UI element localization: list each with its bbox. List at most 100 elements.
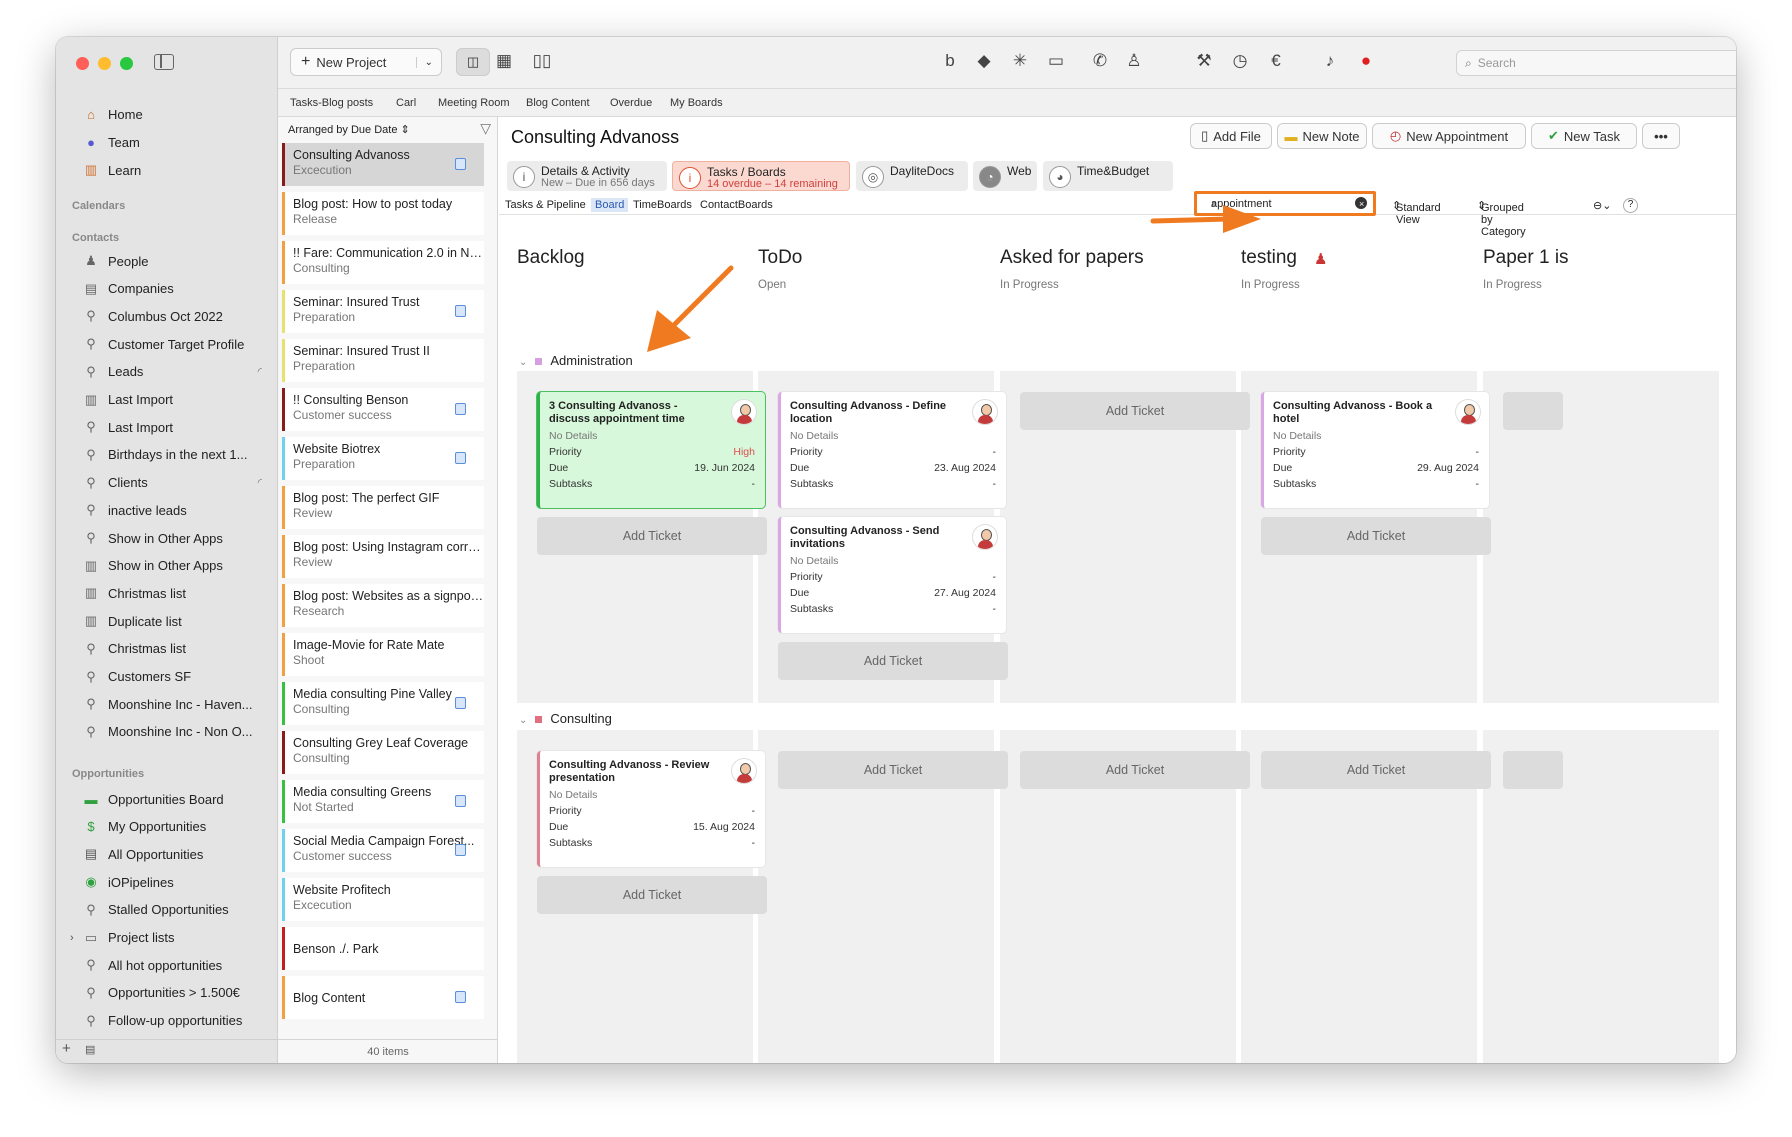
- add-ticket-button-partial[interactable]: [1503, 751, 1563, 789]
- list-item[interactable]: Social Media Campaign Forest... Customer …: [282, 829, 484, 872]
- sidebar-item-opportunity[interactable]: ▬ Opportunities Board: [82, 786, 270, 812]
- tab-daylitedocs[interactable]: ◎ DayliteDocs: [856, 161, 968, 191]
- group-header-consulting[interactable]: ⌄ Consulting: [519, 711, 612, 726]
- tab-blog-content[interactable]: Blog Content: [526, 97, 590, 109]
- list-item[interactable]: Image-Movie for Rate Mate Shoot: [282, 633, 484, 676]
- list-item[interactable]: Media consulting Pine Valley Consulting: [282, 682, 484, 725]
- timer-icon[interactable]: ◷: [1228, 51, 1252, 71]
- calendar-icon[interactable]: ▤: [85, 1044, 95, 1056]
- add-ticket-button[interactable]: Add Ticket: [778, 751, 1008, 789]
- more-actions-button[interactable]: •••: [1642, 123, 1680, 149]
- list-item[interactable]: Blog post: Websites as a signpost f... Re…: [282, 584, 485, 627]
- board-filter-input[interactable]: ⌕ appointment ×: [1194, 191, 1376, 216]
- list-item[interactable]: Seminar: Insured Trust II Preparation: [282, 339, 484, 382]
- clear-search-icon[interactable]: ×: [1355, 197, 1367, 209]
- subtab-timeboards[interactable]: TimeBoards: [629, 198, 696, 212]
- notification-bell-icon[interactable]: ●: [1354, 51, 1378, 71]
- sidebar-item-opportunity[interactable]: › ▭ Project lists: [70, 925, 270, 951]
- sidebar-item-contact[interactable]: ⚲ Moonshine Inc - Non O...: [82, 719, 270, 745]
- disclosure-chevron-icon[interactable]: ›: [70, 932, 74, 944]
- group-header-administration[interactable]: ⌄ Administration: [519, 353, 633, 368]
- list-item[interactable]: Seminar: Insured Trust Preparation: [282, 290, 484, 333]
- sidebar-item-contact[interactable]: ⚲ Birthdays in the next 1...: [82, 442, 270, 468]
- add-ticket-button-partial[interactable]: [1503, 392, 1563, 430]
- list-item[interactable]: Blog post: The perfect GIF Review: [282, 486, 484, 529]
- sidebar-item-contact[interactable]: ⚲ Customer Target Profile: [82, 331, 270, 357]
- task-card[interactable]: Consulting Advanoss - Review presentatio…: [537, 751, 765, 867]
- sidebar-item-opportunity[interactable]: $ My Opportunities: [82, 814, 270, 840]
- spinner-icon[interactable]: ✳: [1008, 51, 1032, 71]
- add-ticket-button[interactable]: Add Ticket: [537, 517, 767, 555]
- list-item[interactable]: Consulting Advanoss Excecution: [282, 143, 484, 186]
- list-item[interactable]: Media consulting Greens Not Started: [282, 780, 484, 823]
- sidebar-item-contact[interactable]: ⚲ Clients ◜: [82, 470, 270, 496]
- sidebar-item-contact[interactable]: ⚲ Moonshine Inc - Haven...: [82, 691, 270, 717]
- tab-carl[interactable]: Carl: [396, 97, 416, 109]
- sidebar-item-contact[interactable]: ⚲ Columbus Oct 2022: [82, 303, 270, 329]
- phone-icon[interactable]: ✆: [1088, 51, 1112, 71]
- sidebar-item-contact[interactable]: ♟ People: [82, 248, 270, 274]
- new-note-button[interactable]: ▬ New Note: [1277, 123, 1367, 149]
- sort-selector[interactable]: Arranged by Due Date ⇕ ▽: [278, 117, 497, 139]
- tools-icon[interactable]: ⚒: [1192, 51, 1216, 71]
- list-item[interactable]: Website Biotrex Preparation: [282, 437, 484, 480]
- sidebar-item-contact[interactable]: ⚲ inactive leads: [82, 497, 270, 523]
- chevron-down-icon[interactable]: ⌄: [519, 715, 527, 726]
- add-ticket-button[interactable]: Add Ticket: [1261, 517, 1491, 555]
- sidebar-item-contact[interactable]: ▥ Show in Other Apps: [82, 553, 270, 579]
- sidebar-item-home[interactable]: ⌂ Home: [82, 101, 270, 127]
- euro-icon[interactable]: €: [1264, 51, 1288, 71]
- sidebar-item-opportunity[interactable]: ⚲ All hot opportunities: [82, 952, 270, 978]
- task-card[interactable]: Consulting Advanoss - Define location No …: [778, 392, 1006, 508]
- sidebar-item-contact[interactable]: ⚲ Christmas list: [82, 636, 270, 662]
- tab-meeting-room[interactable]: Meeting Room: [438, 97, 510, 109]
- add-ticket-button[interactable]: Add Ticket: [1020, 392, 1250, 430]
- person-network-icon[interactable]: ♙: [1122, 51, 1146, 71]
- close-window-button[interactable]: [76, 57, 89, 70]
- chevron-down-icon[interactable]: ⌄: [415, 56, 433, 68]
- subtab-tasks-pipeline[interactable]: Tasks & Pipeline: [501, 198, 590, 212]
- sidebar-item-contact[interactable]: ▥ Duplicate list: [82, 608, 270, 634]
- sidebar-item-contact[interactable]: ⚲ Last Import: [82, 414, 270, 440]
- list-item[interactable]: Blog post: Using Instagram correctly Revi…: [282, 535, 485, 578]
- tab-details-activity[interactable]: i Details & Activity New – Due in 656 days: [507, 161, 667, 191]
- add-ticket-button[interactable]: Add Ticket: [778, 642, 1008, 680]
- search-input[interactable]: ⌕ Search: [1456, 50, 1736, 76]
- sidebar-item-opportunity[interactable]: ⚲ Follow-up opportunities: [82, 1008, 270, 1034]
- sidebar-item-opportunity[interactable]: ⚲ Opportunities > 1.500€: [82, 980, 270, 1006]
- add-ticket-button[interactable]: Add Ticket: [537, 876, 767, 914]
- new-project-button[interactable]: + New Project ⌄: [290, 48, 442, 76]
- graduation-cap-icon[interactable]: ◆: [972, 51, 996, 71]
- bell-settings-icon[interactable]: ♪: [1318, 51, 1342, 71]
- b-tool-icon[interactable]: b: [938, 51, 962, 71]
- sidebar-item-opportunity[interactable]: ⚲ Stalled Opportunities: [82, 897, 270, 923]
- list-item[interactable]: Blog post: How to post today Release: [282, 192, 484, 235]
- add-file-button[interactable]: ▯ Add File: [1190, 123, 1272, 149]
- split-view-button[interactable]: ◫: [456, 48, 490, 76]
- task-card[interactable]: 3 Consulting Advanoss - discuss appointm…: [537, 392, 765, 508]
- sidebar-item-opportunity[interactable]: ▤ All Opportunities: [82, 841, 270, 867]
- zoom-window-button[interactable]: [120, 57, 133, 70]
- sidebar-item-contact[interactable]: ⚲ Leads ◜: [82, 359, 270, 385]
- chevron-down-icon[interactable]: ⌄: [519, 357, 527, 368]
- list-item[interactable]: !! Consulting Benson Customer success: [282, 388, 484, 431]
- sidebar-item-contact[interactable]: ▤ Companies: [82, 276, 270, 302]
- minimize-window-button[interactable]: [98, 57, 111, 70]
- list-item[interactable]: Benson ./. Park: [282, 927, 484, 970]
- tab-web[interactable]: ◔ Web: [973, 161, 1037, 191]
- list-item[interactable]: Consulting Grey Leaf Coverage Consulting: [282, 731, 484, 774]
- task-card[interactable]: Consulting Advanoss - Book a hotel No Det…: [1261, 392, 1489, 508]
- list-item[interactable]: Website Profitech Excecution: [282, 878, 484, 921]
- layout-icon[interactable]: ▭: [1044, 51, 1068, 71]
- tab-time-budget[interactable]: ◕ Time&Budget: [1043, 161, 1173, 191]
- list-item[interactable]: Blog Content: [282, 976, 484, 1019]
- sidebar-item-team[interactable]: ● Team: [82, 129, 270, 155]
- options-menu-icon[interactable]: ⊖⌄: [1589, 198, 1615, 213]
- add-ticket-button[interactable]: Add Ticket: [1261, 751, 1491, 789]
- grouping-selector[interactable]: Grouped by Category ⇕: [1473, 198, 1526, 238]
- sidebar-item-opportunity[interactable]: ◉ iOPipelines: [82, 869, 270, 895]
- list-item[interactable]: !! Fare: Communication 2.0 in New... Cons…: [282, 241, 485, 284]
- view-selector[interactable]: Standard View ⇕: [1388, 198, 1441, 226]
- new-task-button[interactable]: ✔ New Task: [1531, 123, 1637, 149]
- sidebar-item-contact[interactable]: ⚲ Show in Other Apps: [82, 525, 270, 551]
